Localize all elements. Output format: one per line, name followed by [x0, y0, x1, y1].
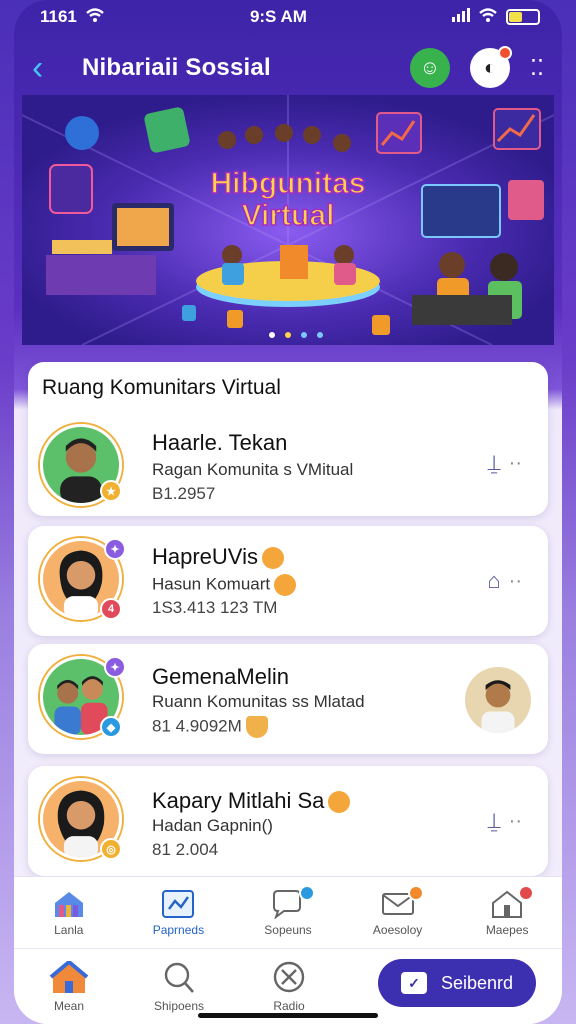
folder-icon: ⌂	[487, 568, 501, 593]
bell-icon: ◐	[483, 56, 497, 79]
tab-label: Aoesoloy	[372, 922, 423, 937]
graph-icon	[162, 889, 195, 918]
avatar-thumbnail[interactable]	[462, 664, 534, 736]
list-item[interactable]: ✦ 4 HapreUVis Hasun Komuart 1S3.413 123 …	[28, 526, 548, 636]
badge-icon: ★	[100, 480, 122, 502]
item-meta: B1.2957	[152, 484, 216, 503]
item-meta: 81 4.9092M	[152, 716, 268, 738]
more-icon[interactable]: ··	[509, 570, 522, 593]
item-action[interactable]: ⌂ ··	[487, 568, 522, 594]
item-action[interactable]: ⍊ ··	[487, 450, 522, 476]
tab-lanla[interactable]: Lanla	[14, 877, 124, 948]
list-item[interactable]: ◎ Kapary Mitlahi Sa Hadan Gapnin() 81 2.…	[28, 766, 548, 876]
signal-icon	[451, 7, 470, 27]
home-indicator[interactable]	[198, 1013, 378, 1018]
search-icon	[164, 962, 194, 993]
status-right	[451, 7, 540, 28]
badge-icon: ✦	[104, 656, 126, 678]
emoji-icon	[245, 716, 268, 738]
tab-label: Lanla	[54, 922, 84, 937]
emoji-icon	[328, 791, 351, 814]
item-name: HapreUVis	[152, 544, 284, 570]
item-meta: 81 2.004	[152, 840, 219, 859]
tab-aoesoloy[interactable]: Aoesoloy	[343, 877, 453, 948]
hero-banner: Hibgunitas Virtual	[21, 95, 555, 346]
notification-button[interactable]: ◐	[470, 46, 512, 88]
emoji-icon	[261, 547, 284, 570]
item-action[interactable]: ⍊ ··	[487, 808, 522, 834]
list-item[interactable]: ✦ ◆ GemenaMelin Ruann Komunitas ss Mlata…	[28, 644, 548, 754]
status-time: 1161	[40, 7, 77, 26]
send-label: Seibenrd	[440, 972, 514, 993]
globe-icon	[65, 116, 99, 150]
page-title: Nibariaii Sossial	[82, 54, 271, 81]
tab-label: Sopeuns	[264, 922, 312, 937]
item-subtitle: Hadan Gapnin()	[152, 816, 273, 835]
notification-dot	[408, 885, 425, 901]
alert-badge: 4	[100, 598, 122, 620]
emoji-icon	[274, 574, 297, 596]
notification-dot	[517, 885, 534, 901]
wifi-icon	[85, 7, 105, 28]
chat-bubble-button[interactable]: ☺	[410, 48, 450, 88]
nav-label: Mean	[53, 998, 85, 1013]
item-name: GemenaMelin	[152, 664, 289, 689]
tab-maepes[interactable]: Maepes	[452, 877, 562, 948]
status-bar: 1161 9:S AM	[14, 0, 562, 34]
more-icon[interactable]: ··	[509, 810, 522, 833]
notification-dot	[498, 46, 512, 60]
nav-mean[interactable]: Mean	[14, 949, 124, 1024]
item-subtitle: Ruann Komunitas ss Mlatad	[152, 692, 365, 711]
house-icon	[49, 960, 89, 993]
badge-icon: ◎	[100, 838, 122, 860]
bookmark-icon: ⍊	[487, 808, 501, 833]
item-name: Kapary Mitlahi Sa	[152, 788, 351, 814]
shield-icon: ◆	[100, 716, 122, 738]
item-name: Haarle. Tekan	[152, 430, 288, 455]
send-icon: ✓	[400, 972, 427, 994]
hero-illustration: Hibgunitas Virtual	[21, 95, 555, 346]
wifi-icon	[478, 7, 498, 28]
banner-title-2: Virtual	[242, 199, 335, 232]
tab-label: Paprneds	[152, 922, 205, 937]
status-clock: 9:S AM	[249, 7, 307, 26]
chevron-left-icon[interactable]: ‹	[32, 49, 72, 88]
close-circle-icon	[273, 961, 305, 992]
tab-label: Maepes	[485, 922, 529, 937]
banner-title-1: Hibgunitas	[211, 167, 366, 200]
tab-sopeuns[interactable]: Sopeuns	[233, 877, 343, 948]
item-subtitle: Hasun Komuart	[152, 574, 297, 596]
battery-icon	[505, 9, 540, 25]
chat-icon: ☺	[419, 56, 441, 79]
tab-bar: Lanla Paprneds Sopeuns Aoesoloy Maepes	[14, 876, 562, 948]
item-subtitle: Ragan Komunita s VMitual	[152, 460, 354, 479]
bookmark-icon: ⍊	[487, 450, 501, 475]
badge-icon: ✦	[104, 538, 126, 560]
tab-paprneds[interactable]: Paprneds	[124, 877, 234, 948]
send-button[interactable]: ✓ Seibenrd	[378, 959, 536, 1007]
more-icon[interactable]: ··	[509, 452, 522, 475]
home-icon	[54, 891, 83, 917]
nav-label: Shipoens	[153, 998, 205, 1013]
app-header: ‹ Nibariaii Sossial ☺ ◐ ⁚⁚	[14, 44, 562, 92]
status-left: 1161	[40, 7, 105, 28]
item-meta: 1S3.413 123 TM	[152, 598, 278, 617]
notification-dot	[298, 885, 315, 901]
list-item[interactable]: Ruang Komunitars Virtual ★ Haarle. Tekan…	[28, 362, 548, 516]
nav-label: Radio	[273, 998, 305, 1013]
section-heading: Ruang Komunitars Virtual	[42, 376, 281, 399]
more-icon[interactable]: ⁚⁚	[530, 55, 544, 81]
phone-screen: 1161 9:S AM ‹ Nibariaii Sossial ☺ ◐ ⁚⁚ H…	[14, 0, 562, 1024]
